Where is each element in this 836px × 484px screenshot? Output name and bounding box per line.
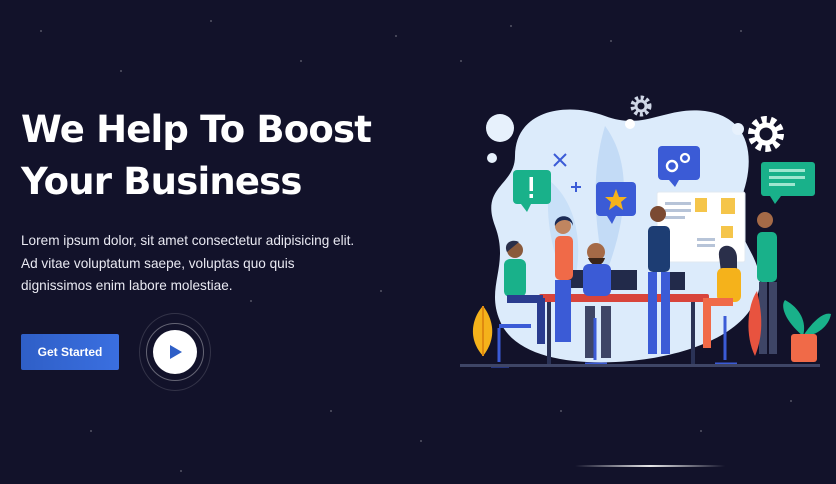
- hero-title: We Help To Boost Your Business: [21, 104, 381, 208]
- decor-circle: [486, 114, 514, 142]
- hero-title-line-1: We Help To Boost: [21, 108, 372, 151]
- play-icon: [170, 345, 182, 359]
- hero-text-block: We Help To Boost Your Business Lorem ips…: [21, 104, 381, 298]
- play-video-ring: [146, 323, 204, 381]
- plant-icon: [472, 306, 493, 356]
- gear-icon: [630, 95, 652, 117]
- hero-subtitle: Lorem ipsum dolor, sit amet consectetur …: [21, 233, 355, 293]
- hero-title-line-2: Your Business: [21, 160, 302, 203]
- team-meeting-illustration: [460, 95, 831, 368]
- get-started-button[interactable]: Get Started: [21, 334, 119, 370]
- hero-actions: Get Started: [21, 313, 221, 391]
- play-video-button[interactable]: [153, 330, 197, 374]
- play-video-outer-ring: [139, 313, 211, 391]
- floor-line: [460, 364, 820, 367]
- chat-bubble-icon: [761, 162, 815, 204]
- gear-icon: [748, 116, 784, 152]
- plant-icon: [783, 300, 831, 362]
- decor-glow-line: [575, 465, 725, 467]
